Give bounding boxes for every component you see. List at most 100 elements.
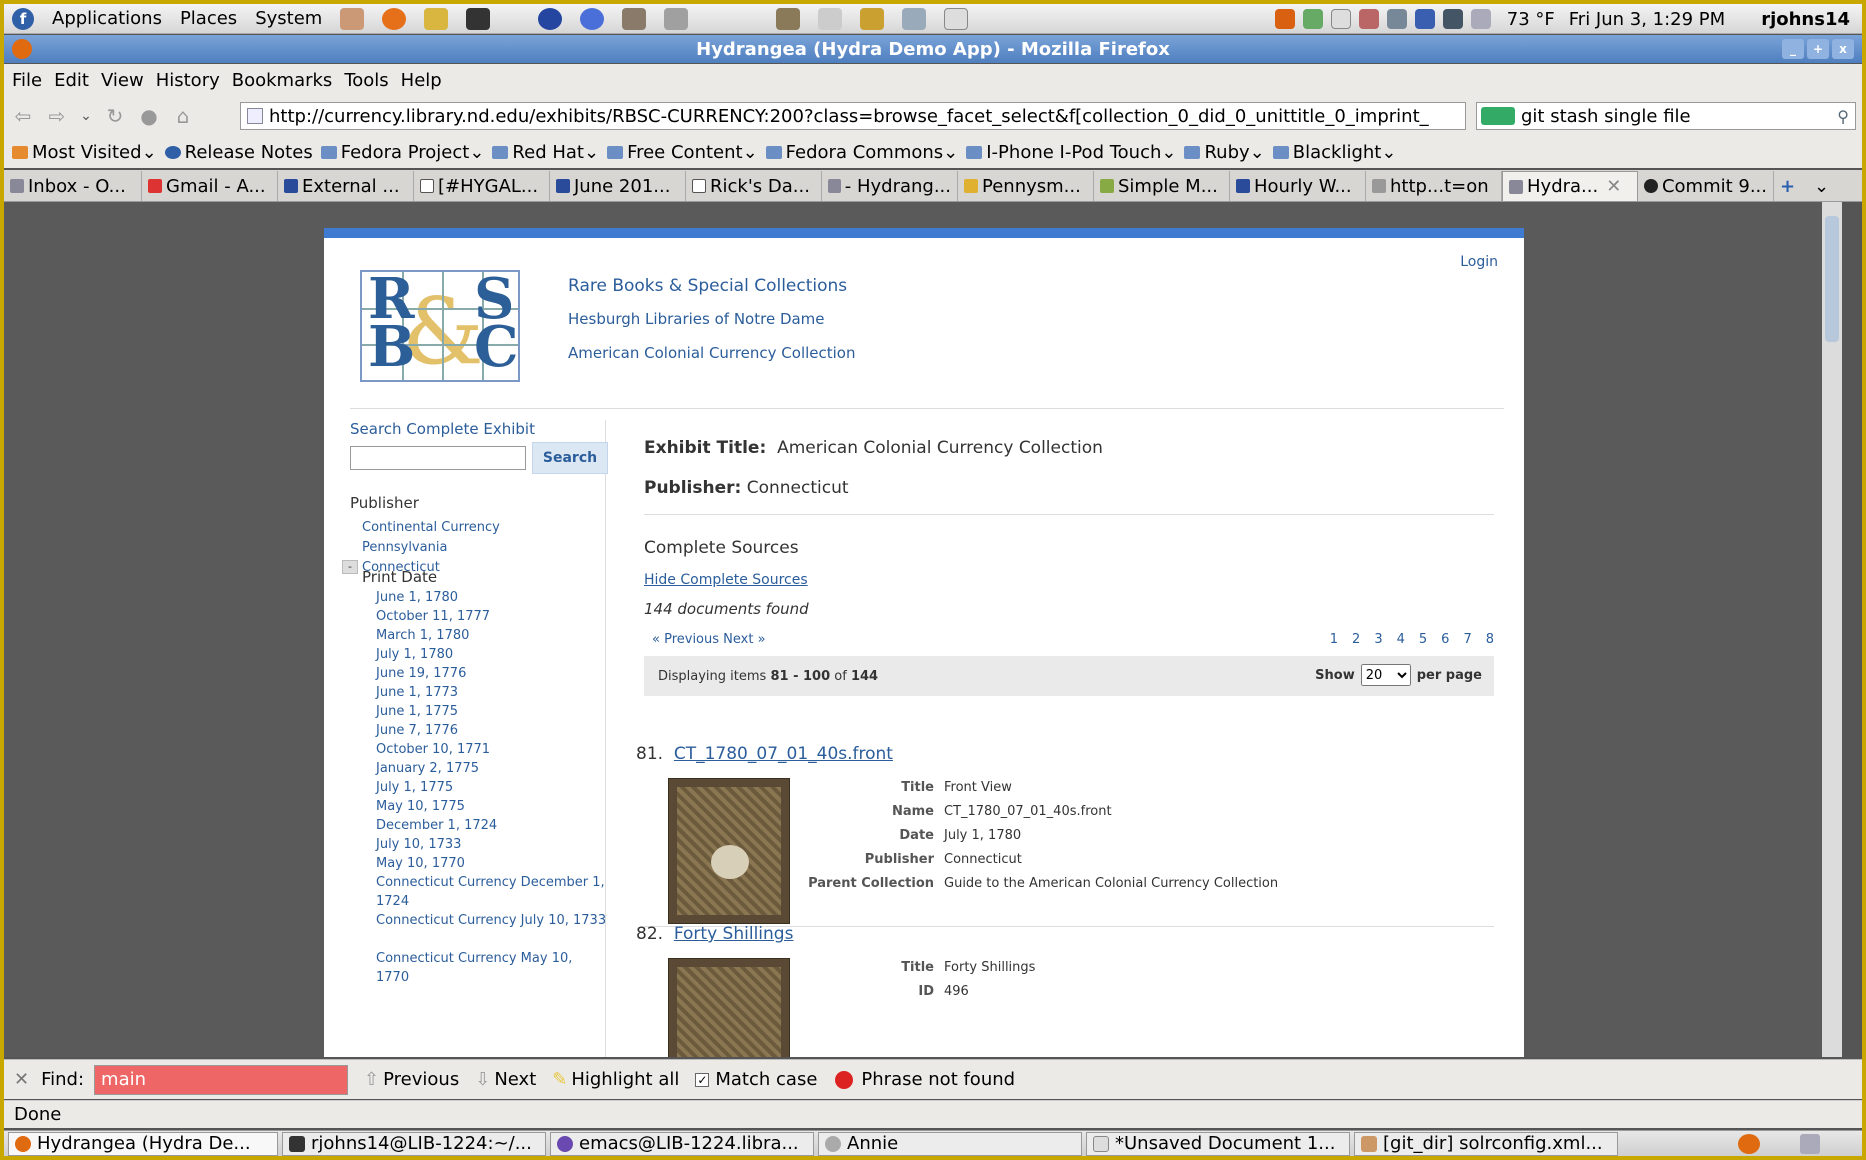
panel-menu-places[interactable]: Places <box>180 8 237 29</box>
page-link[interactable]: 3 <box>1374 632 1382 647</box>
menu-file[interactable]: File <box>12 70 42 91</box>
tray-icon[interactable] <box>1274 9 1295 29</box>
new-tab-button[interactable]: + <box>1774 171 1808 201</box>
facet-print-date[interactable]: December 1, 1724 <box>376 816 608 835</box>
find-input[interactable]: main <box>94 1064 349 1095</box>
taskbar-item[interactable]: [git_dir] solrconfig.xml... <box>1354 1131 1618 1156</box>
launcher-icon[interactable] <box>340 7 365 30</box>
tab[interactable]: June 201... <box>550 171 686 201</box>
clock[interactable]: Fri Jun 3, 1:29 PM <box>1569 9 1725 30</box>
search-box[interactable]: git stash single file ⚲ <box>1476 102 1856 130</box>
facet-print-date[interactable]: Connecticut Currency July 10, 1733 <box>376 911 608 930</box>
search-button[interactable]: Search <box>532 442 608 474</box>
trash-icon[interactable] <box>1800 1133 1820 1154</box>
prev-next-links[interactable]: « Previous Next » <box>652 632 766 647</box>
facet-print-date[interactable]: July 10, 1733 <box>376 835 608 854</box>
panel-menu-system[interactable]: System <box>255 8 322 29</box>
tab[interactable]: Simple M... <box>1094 171 1230 201</box>
facet-print-date[interactable]: Connecticut Currency December 1, 1724 <box>376 873 608 911</box>
facet-print-date[interactable]: Connecticut Currency May 10, 1770 <box>376 949 608 987</box>
facet-print-date[interactable]: January 2, 1775 <box>376 759 608 778</box>
firefox-launcher-icon[interactable] <box>382 7 407 30</box>
reload-icon[interactable]: ↻ <box>100 102 130 130</box>
search-launcher-icon[interactable] <box>860 7 885 30</box>
search-exhibit-title[interactable]: Search Complete Exhibit <box>350 420 535 438</box>
match-case-checkbox[interactable]: ✓ Match case <box>695 1069 817 1090</box>
page-link[interactable]: 6 <box>1441 632 1449 647</box>
taskbar-item[interactable]: rjohns14@LIB-1224:~/... <box>282 1131 546 1156</box>
facet-print-date[interactable]: June 7, 1776 <box>376 721 608 740</box>
menu-history[interactable]: History <box>156 70 220 91</box>
launcher-icon[interactable] <box>664 7 689 30</box>
facet-publisher-pennsylvania[interactable]: Pennsylvania <box>362 540 447 555</box>
tab[interactable]: Rick's Da... <box>686 171 822 201</box>
launcher-icon[interactable] <box>580 7 605 30</box>
tab[interactable]: External ... <box>278 171 414 201</box>
facet-print-date[interactable]: October 11, 1777 <box>376 607 608 626</box>
taskbar-item[interactable]: Annie <box>818 1131 1082 1156</box>
maximize-button[interactable]: + <box>1807 39 1829 59</box>
menu-edit[interactable]: Edit <box>54 70 89 91</box>
facet-print-date[interactable]: June 1, 1773 <box>376 683 608 702</box>
bookmark-ruby[interactable]: Ruby ⌄ <box>1184 142 1265 163</box>
vertical-scrollbar[interactable] <box>1822 202 1842 1057</box>
exhibit-search-input[interactable] <box>350 446 526 470</box>
header-hesburgh-link[interactable]: Hesburgh Libraries of Notre Dame <box>568 310 825 328</box>
facet-print-date[interactable]: May 10, 1775 <box>376 797 608 816</box>
history-dropdown-icon[interactable]: ⌄ <box>76 102 96 130</box>
tab[interactable]: Commit 9... <box>1638 171 1774 201</box>
launcher-icon[interactable] <box>944 7 969 30</box>
taskbar-item[interactable]: *Unsaved Document 1... <box>1086 1131 1350 1156</box>
highlight-all-button[interactable]: ✎ Highlight all <box>552 1069 679 1090</box>
launcher-icon[interactable] <box>902 7 927 30</box>
tab[interactable]: - Hydrang... <box>822 171 958 201</box>
tab[interactable]: http...t=on <box>1366 171 1502 201</box>
volume-icon[interactable] <box>1386 9 1407 29</box>
per-page-select[interactable]: 20 <box>1360 664 1411 686</box>
launcher-icon[interactable] <box>622 7 647 30</box>
fedora-icon[interactable]: f <box>12 7 34 30</box>
close-find-icon[interactable]: ✕ <box>14 1069 29 1090</box>
search-icon[interactable]: ⚲ <box>1837 107 1849 126</box>
tab[interactable]: Pennysm... <box>958 171 1094 201</box>
tab[interactable]: Inbox - O... <box>4 171 142 201</box>
facet-publisher-continental[interactable]: Continental Currency <box>362 520 500 535</box>
facet-print-date[interactable]: October 10, 1771 <box>376 740 608 759</box>
page-link[interactable]: 7 <box>1463 632 1471 647</box>
close-window-button[interactable]: x <box>1832 39 1854 59</box>
menu-bookmarks[interactable]: Bookmarks <box>232 70 333 91</box>
menu-tools[interactable]: Tools <box>344 70 388 91</box>
find-previous-button[interactable]: ⇧ Previous <box>364 1069 459 1090</box>
tab-active[interactable]: Hydra... ✕ <box>1502 171 1638 201</box>
facet-print-date[interactable]: July 1, 1780 <box>376 645 608 664</box>
page-link[interactable]: 4 <box>1397 632 1405 647</box>
tab[interactable]: [#HYGAL... <box>414 171 550 201</box>
bookmark-iphone[interactable]: I-Phone I-Pod Touch ⌄ <box>966 142 1176 163</box>
facet-print-date[interactable]: March 1, 1780 <box>376 626 608 645</box>
bookmark-release-notes[interactable]: Release Notes <box>164 142 313 163</box>
firefox-window-icon[interactable] <box>12 39 32 59</box>
tray-icon[interactable] <box>1358 9 1379 29</box>
launcher-icon[interactable] <box>776 7 801 30</box>
forward-arrow-icon[interactable]: ⇨ <box>42 102 72 130</box>
facet-print-date[interactable]: July 1, 1775 <box>376 778 608 797</box>
tab[interactable]: Hourly W... <box>1230 171 1366 201</box>
menu-help[interactable]: Help <box>401 70 442 91</box>
launcher-icon[interactable] <box>538 7 563 30</box>
panel-menu-applications[interactable]: Applications <box>52 8 162 29</box>
launcher-icon[interactable] <box>424 7 449 30</box>
remove-facet-button[interactable]: - <box>342 560 358 574</box>
taskbar-item[interactable]: emacs@LIB-1224.libra... <box>550 1131 814 1156</box>
result-title-link[interactable]: Forty Shillings <box>674 924 794 944</box>
page-link[interactable]: 5 <box>1419 632 1427 647</box>
bookmark-free-content[interactable]: Free Content ⌄ <box>607 142 758 163</box>
url-bar[interactable]: http://currency.library.nd.edu/exhibits/… <box>240 102 1466 130</box>
back-arrow-icon[interactable]: ⇦ <box>8 102 38 130</box>
search-engine-icon[interactable] <box>1481 107 1515 125</box>
network-icon[interactable] <box>1442 9 1463 29</box>
tray-icon[interactable] <box>1302 9 1323 29</box>
tab-list-chevron-icon[interactable]: ⌄ <box>1808 171 1834 201</box>
bookmark-red-hat[interactable]: Red Hat ⌄ <box>492 142 599 163</box>
scrollbar-thumb[interactable] <box>1825 216 1839 342</box>
hide-complete-sources-link[interactable]: Hide Complete Sources <box>644 572 808 588</box>
